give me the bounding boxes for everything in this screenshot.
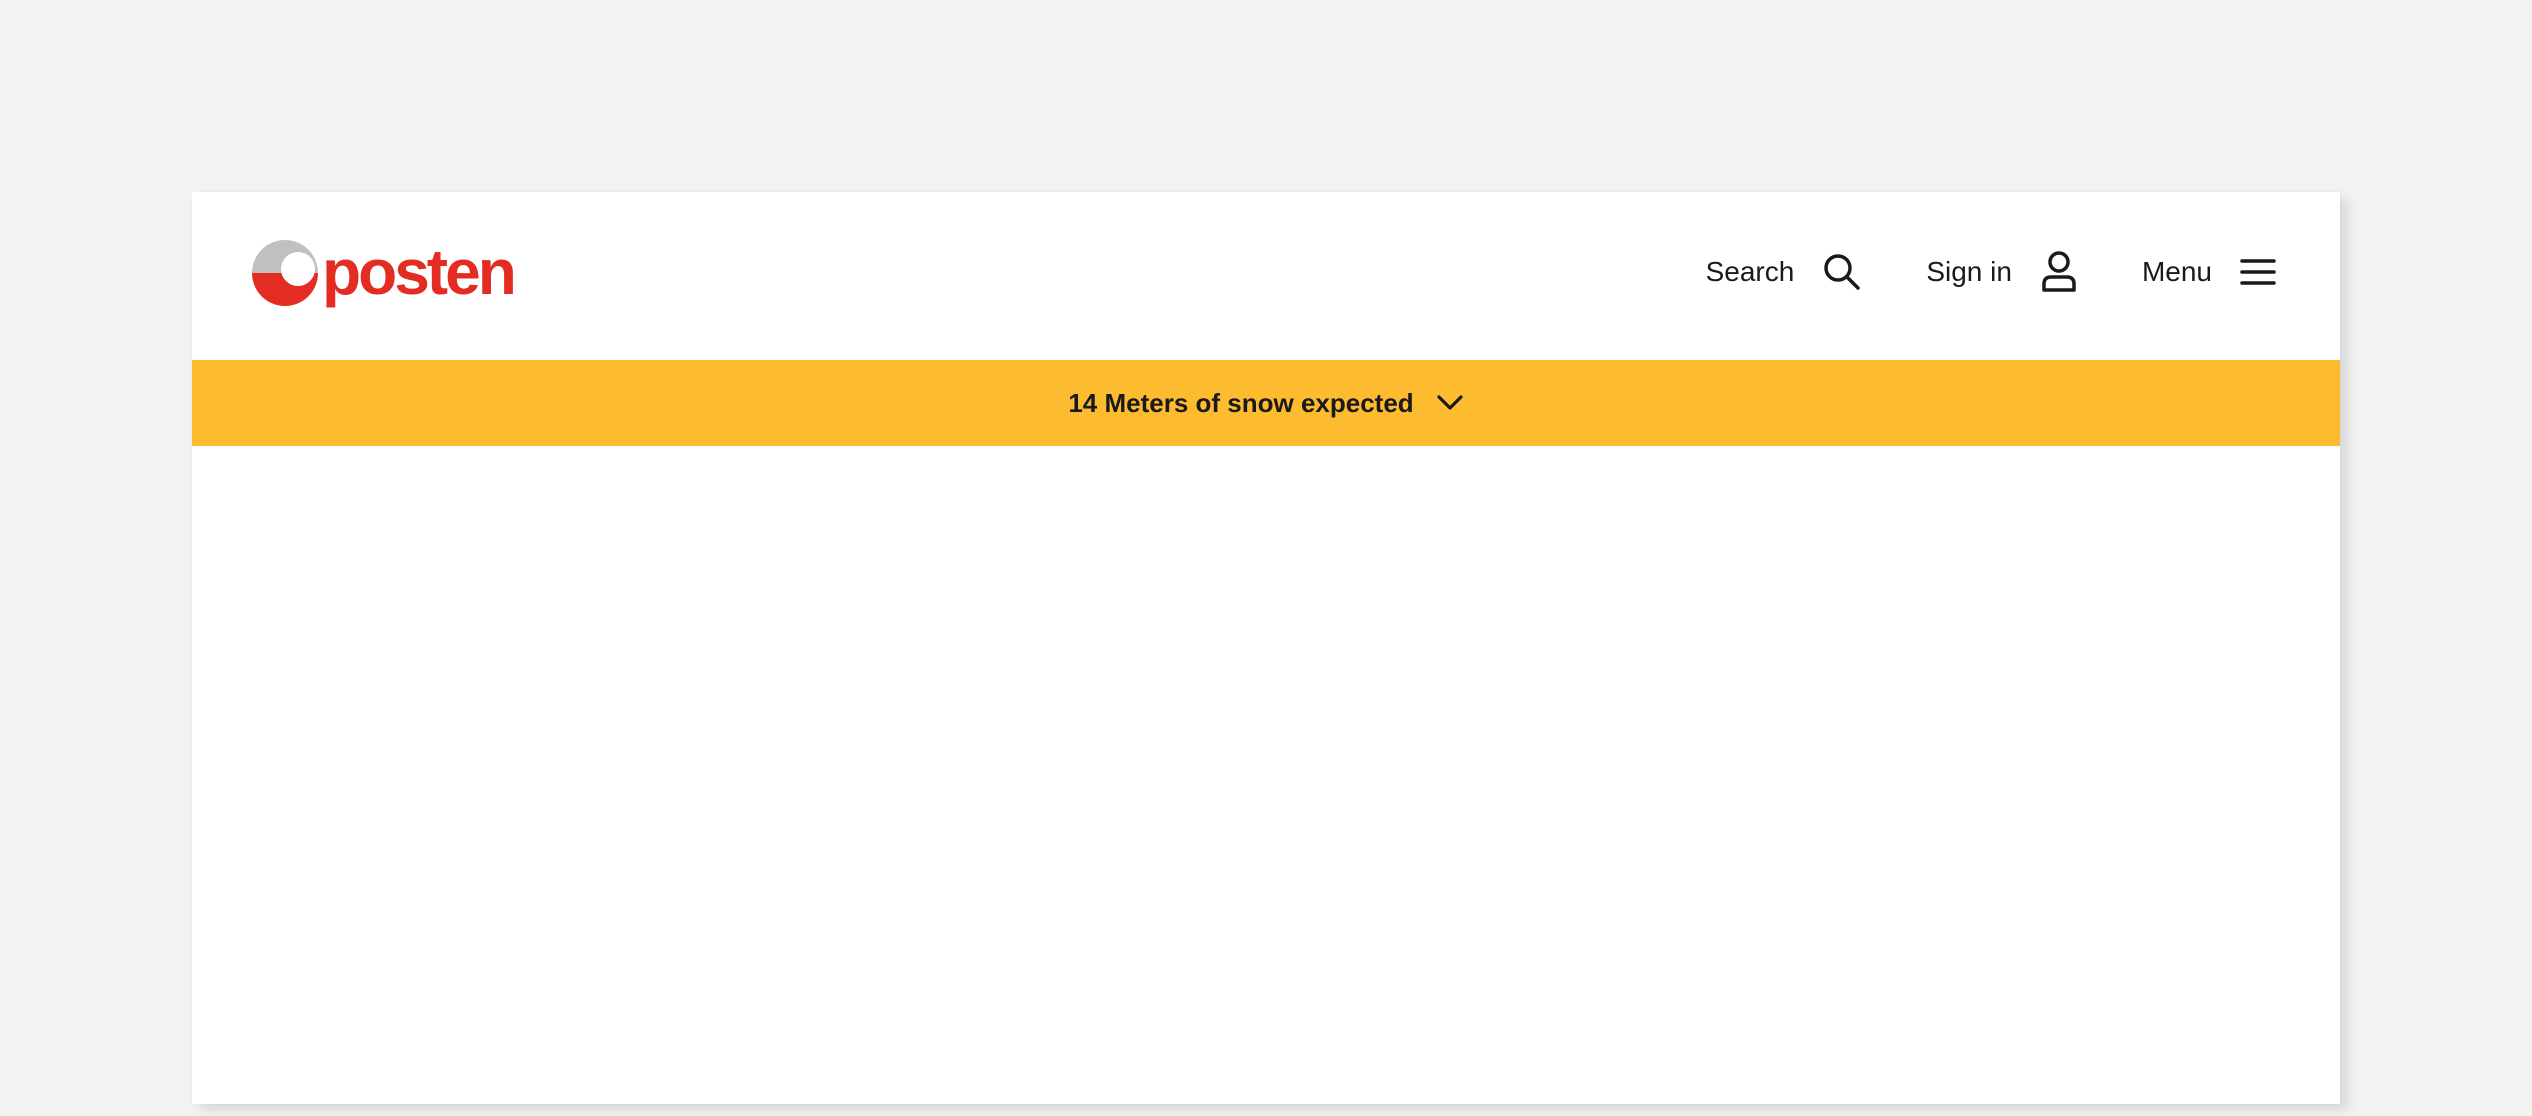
- posten-wordmark: posten: [322, 236, 517, 308]
- sign-in-button[interactable]: Sign in: [1926, 251, 2078, 293]
- sign-in-label: Sign in: [1926, 256, 2012, 287]
- search-icon: [1824, 254, 1861, 290]
- menu-button[interactable]: Menu: [2142, 256, 2276, 288]
- main-content: [192, 446, 2340, 1104]
- posten-logo[interactable]: posten: [250, 236, 517, 308]
- site-header: posten Search Sign in Menu: [192, 192, 2340, 360]
- header-nav: Search Sign in Menu: [1706, 242, 2276, 302]
- hamburger-menu-icon: [2240, 259, 2276, 285]
- user-icon: [2042, 251, 2076, 292]
- chevron-down-icon: [1437, 395, 1463, 410]
- alert-text: 14 Meters of snow expected: [1068, 387, 1414, 418]
- alert-banner[interactable]: 14 Meters of snow expected: [192, 360, 2340, 446]
- search-button[interactable]: Search: [1706, 252, 1863, 292]
- posten-logo-mark-icon: [252, 240, 318, 306]
- search-label: Search: [1705, 256, 1795, 287]
- menu-label: Menu: [2141, 256, 2212, 287]
- page-frame: posten Search Sign in Menu 14 Meters of …: [192, 192, 2340, 1104]
